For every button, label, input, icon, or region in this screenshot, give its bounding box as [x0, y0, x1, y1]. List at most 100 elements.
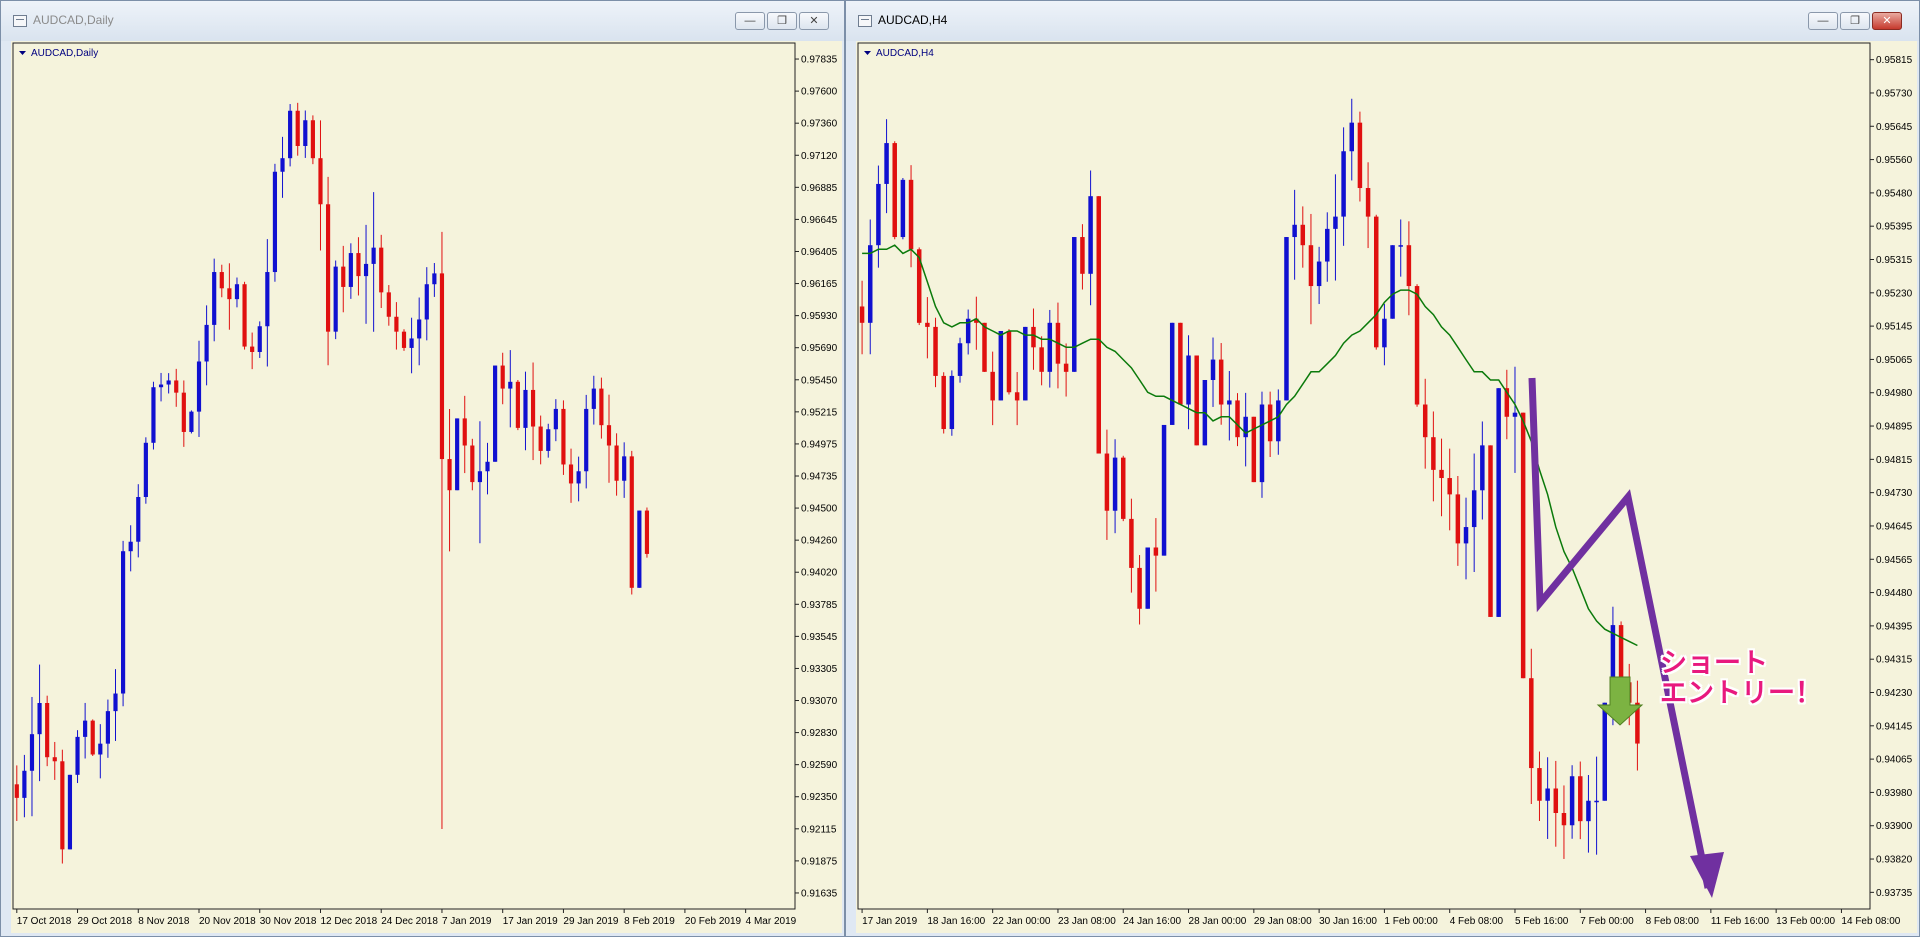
bull-candle — [151, 387, 156, 443]
bull-candle — [409, 338, 414, 348]
y-tick-label: 0.94815 — [1876, 455, 1913, 466]
bull-candle — [1349, 122, 1355, 152]
bull-candle — [113, 693, 118, 712]
maximize-button[interactable]: ❐ — [1840, 12, 1870, 30]
bull-candle — [1227, 400, 1232, 405]
y-tick-label: 0.92590 — [801, 760, 838, 771]
bull-candle — [128, 541, 133, 552]
bear-candle — [1308, 245, 1314, 287]
y-tick-label: 0.92350 — [801, 792, 838, 803]
x-tick-label: 1 Feb 00:00 — [1384, 916, 1438, 927]
bear-candle — [933, 326, 938, 376]
close-button[interactable]: ✕ — [799, 12, 829, 30]
bear-candle — [439, 273, 445, 460]
bull-candle — [884, 143, 889, 184]
y-tick-label: 0.95145 — [1876, 322, 1913, 333]
bull-candle — [1512, 412, 1518, 417]
y-tick-label: 0.93735 — [1876, 888, 1913, 899]
price-chart[interactable]: AUDCAD,Daily 0.97835 0.97600 0.97360 0.97120… — [11, 41, 842, 933]
chart-title: AUDCAD,H4 — [876, 48, 934, 59]
bull-candle — [280, 158, 285, 172]
x-tick-label: 24 Jan 16:00 — [1123, 916, 1181, 927]
bull-candle — [477, 471, 483, 483]
y-tick-label: 0.97120 — [801, 151, 838, 162]
chart-window-h4[interactable]: AUDCAD,H4 — ❐ ✕ AUDCAD,H4 0.95815 0.95730 0… — [845, 0, 1920, 937]
y-tick-label: 0.95645 — [1876, 122, 1913, 133]
bull-candle — [1047, 322, 1053, 372]
bear-candle — [1488, 445, 1493, 617]
y-tick-label: 0.95560 — [1876, 155, 1913, 166]
y-tick-label: 0.93070 — [801, 696, 838, 707]
minimize-button[interactable]: — — [1808, 12, 1838, 30]
y-tick-label: 0.95450 — [801, 375, 838, 386]
title-bar[interactable]: AUDCAD,Daily — ❐ ✕ — [1, 1, 844, 41]
bear-candle — [1120, 457, 1126, 519]
bull-candle — [22, 770, 27, 798]
window-title: AUDCAD,H4 — [878, 13, 948, 27]
y-tick-label: 0.94975 — [801, 439, 838, 450]
bull-candle — [371, 247, 376, 264]
bull-candle — [508, 381, 513, 389]
y-tick-label: 0.93900 — [1876, 821, 1913, 832]
bear-candle — [629, 456, 634, 588]
bull-candle — [143, 442, 148, 498]
bear-candle — [227, 288, 232, 300]
short-entry-label: ショート エントリー！ — [1660, 648, 1822, 708]
x-tick-label: 28 Jan 00:00 — [1189, 916, 1247, 927]
y-tick-label: 0.95690 — [801, 343, 838, 354]
bull-candle — [212, 272, 217, 325]
bear-candle — [52, 757, 57, 762]
bull-candle — [417, 319, 422, 339]
bull-candle — [348, 253, 353, 287]
bull-candle — [272, 171, 278, 273]
minimize-button[interactable]: — — [735, 12, 765, 30]
bear-candle — [1194, 355, 1199, 446]
bear-candle — [318, 158, 323, 205]
bull-candle — [900, 179, 906, 238]
x-tick-label: 8 Feb 2019 — [624, 916, 675, 927]
bull-candle — [485, 461, 490, 472]
price-chart[interactable]: AUDCAD,H4 0.95815 0.95730 0.95645 0.95560 0.9… — [856, 41, 1917, 933]
y-tick-label: 0.95230 — [1876, 288, 1913, 299]
bear-candle — [500, 365, 505, 389]
bear-candle — [990, 371, 995, 401]
bear-candle — [1373, 216, 1379, 348]
title-bar[interactable]: AUDCAD,H4 — ❐ ✕ — [846, 1, 1919, 41]
bull-candle — [1398, 245, 1403, 247]
bear-candle — [1635, 702, 1640, 744]
x-tick-label: 8 Feb 08:00 — [1646, 916, 1700, 927]
x-tick-label: 22 Jan 00:00 — [993, 916, 1051, 927]
bull-candle — [196, 361, 202, 412]
bull-candle — [523, 389, 528, 428]
x-tick-label: 7 Jan 2019 — [442, 916, 492, 927]
y-tick-label: 0.95395 — [1876, 222, 1913, 233]
bull-candle — [1390, 245, 1395, 319]
maximize-button[interactable]: ❐ — [767, 12, 797, 30]
bear-candle — [1014, 392, 1020, 401]
y-tick-label: 0.94230 — [1876, 688, 1913, 699]
bear-candle — [941, 375, 946, 430]
y-tick-label: 0.96645 — [801, 215, 838, 226]
bear-candle — [1178, 322, 1183, 405]
bull-candle — [1072, 237, 1077, 372]
bear-candle — [14, 784, 19, 798]
bear-candle — [462, 418, 467, 446]
bull-candle — [189, 411, 194, 432]
chart-window-daily[interactable]: AUDCAD,Daily — ❐ ✕ AUDCAD,Daily 0.97835 0.… — [0, 0, 845, 937]
bear-candle — [386, 292, 391, 317]
bull-candle — [1333, 216, 1338, 229]
y-tick-label: 0.95315 — [1876, 255, 1913, 266]
y-tick-label: 0.95730 — [1876, 88, 1913, 99]
y-tick-label: 0.96405 — [801, 247, 838, 258]
bear-candle — [515, 381, 520, 428]
bear-candle — [60, 761, 65, 850]
bear-candle — [1300, 224, 1306, 246]
bear-candle — [1406, 245, 1412, 287]
y-tick-label: 0.91635 — [801, 888, 838, 899]
bull-candle — [493, 365, 498, 462]
bear-candle — [568, 464, 574, 484]
bear-candle — [1431, 437, 1436, 470]
close-button[interactable]: ✕ — [1872, 12, 1902, 30]
bear-candle — [356, 253, 361, 277]
bear-candle — [394, 316, 399, 332]
